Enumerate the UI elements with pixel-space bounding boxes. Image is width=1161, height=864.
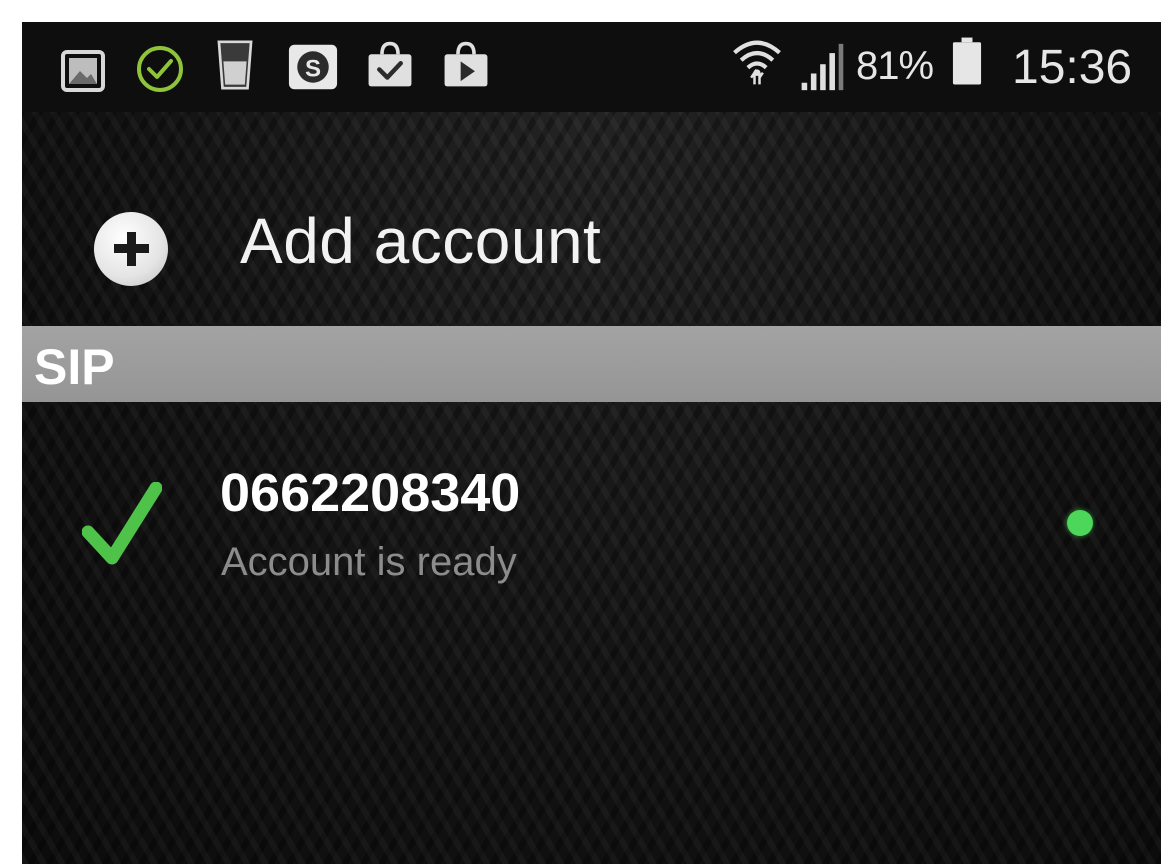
play-store-icon bbox=[444, 41, 488, 87]
online-status-dot bbox=[1067, 510, 1093, 536]
section-header-sip: SIP bbox=[22, 326, 1161, 402]
account-list-item[interactable]: 0662208340 Account is ready bbox=[22, 422, 1161, 612]
skype-icon: S bbox=[288, 44, 338, 90]
glass-icon bbox=[217, 40, 253, 90]
app-screen: S 81% 15:36 Add account SIP 0662208340 A… bbox=[22, 22, 1161, 864]
wifi-icon bbox=[733, 40, 781, 85]
add-account-button[interactable]: Add account bbox=[22, 130, 1161, 340]
battery-icon bbox=[952, 37, 982, 85]
gallery-icon bbox=[61, 50, 105, 92]
battery-percent: 81% bbox=[856, 44, 934, 88]
plus-circle-icon bbox=[94, 212, 168, 286]
add-account-label: Add account bbox=[240, 205, 602, 277]
clock-time: 15:36 bbox=[1012, 41, 1133, 94]
signal-icon bbox=[801, 43, 844, 91]
svg-text:S: S bbox=[305, 55, 321, 82]
checkmark-icon[interactable] bbox=[82, 482, 162, 566]
sync-check-icon bbox=[137, 46, 183, 92]
section-title: SIP bbox=[34, 339, 115, 395]
store-check-icon bbox=[368, 41, 412, 87]
status-bar: S 81% 15:36 bbox=[22, 22, 1161, 112]
account-status-text: Account is ready bbox=[221, 540, 517, 584]
account-number: 0662208340 bbox=[220, 463, 521, 523]
